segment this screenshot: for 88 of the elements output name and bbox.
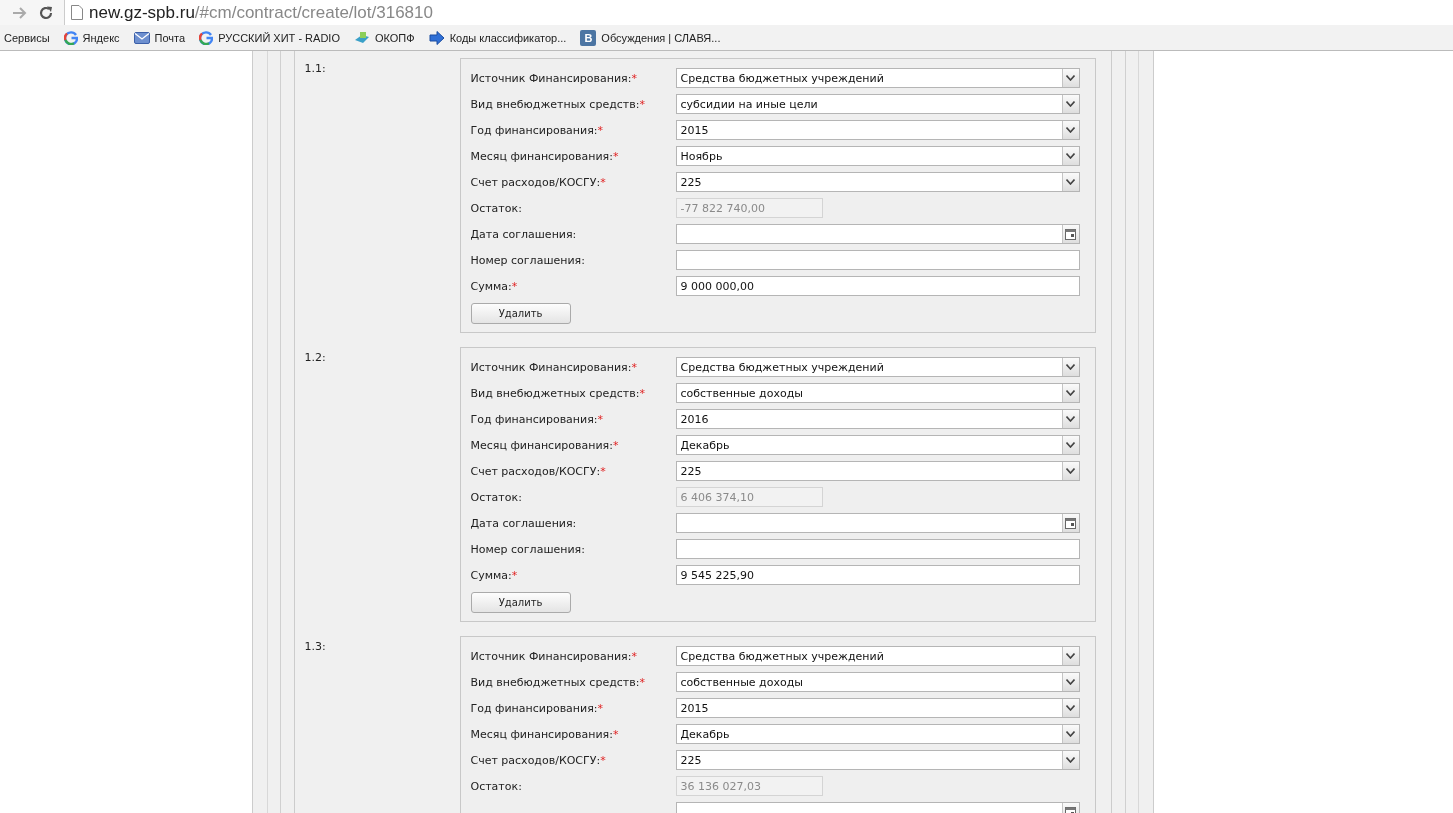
dropdown[interactable]: Средства бюджетных учреждений bbox=[675, 646, 1080, 666]
date-field[interactable] bbox=[675, 224, 1080, 244]
caret-icon bbox=[1066, 390, 1075, 396]
caret-icon bbox=[1066, 416, 1075, 422]
field-label: Вид внебюджетных средств:* bbox=[470, 97, 646, 111]
page-icon bbox=[71, 5, 83, 20]
caret-icon bbox=[1066, 127, 1075, 133]
address-bar[interactable]: new.gz-spb.ru/#cm/contract/create/lot/316810 bbox=[64, 0, 1453, 25]
caret-icon bbox=[1066, 757, 1075, 763]
field-label: Год финансирования:* bbox=[470, 701, 604, 715]
caret-icon bbox=[1066, 75, 1075, 81]
dropdown[interactable]: 225 bbox=[675, 750, 1080, 770]
bookmark[interactable]: Сервисы bbox=[4, 31, 50, 44]
caret-icon bbox=[1066, 705, 1075, 711]
dropdown[interactable]: собственные доходы bbox=[675, 672, 1080, 692]
field-label: Вид внебюджетных средств:* bbox=[470, 675, 646, 689]
readonly-field: 36 136 027,03 bbox=[675, 776, 823, 796]
delete-button[interactable]: Удалить bbox=[470, 591, 571, 613]
envelope-icon bbox=[133, 30, 150, 45]
dropdown[interactable]: 225 bbox=[675, 461, 1080, 481]
field-label: Остаток: bbox=[470, 779, 523, 793]
forward-icon[interactable] bbox=[12, 5, 28, 20]
dropdown[interactable]: 2015 bbox=[675, 698, 1080, 718]
block-number: 1.1: bbox=[304, 61, 327, 75]
google-icon bbox=[63, 30, 78, 45]
bookmark[interactable]: Яндекс bbox=[63, 30, 120, 45]
dropdown[interactable]: Декабрь bbox=[675, 724, 1080, 744]
dropdown[interactable]: Ноябрь bbox=[675, 146, 1080, 166]
arrow-icon bbox=[428, 30, 445, 45]
field-label: Счет расходов/КОСГУ:* bbox=[470, 753, 607, 767]
dropdown[interactable]: Средства бюджетных учреждений bbox=[675, 357, 1080, 377]
field-label: Месяц финансирования:* bbox=[470, 149, 620, 163]
date-field[interactable] bbox=[675, 513, 1080, 533]
bookmark[interactable]: ОКОПФ bbox=[353, 30, 415, 45]
dropdown[interactable]: субсидии на иные цели bbox=[675, 94, 1080, 114]
field-label: Остаток: bbox=[470, 201, 523, 215]
field-label: Счет расходов/КОСГУ:* bbox=[470, 464, 607, 478]
dropdown[interactable]: 2016 bbox=[675, 409, 1080, 429]
field-label: Дата соглашения: bbox=[470, 227, 578, 241]
input-field[interactable]: 9 545 225,90 bbox=[675, 565, 1080, 585]
input-field[interactable] bbox=[675, 539, 1080, 559]
delete-button[interactable]: Удалить bbox=[470, 302, 571, 324]
google-icon bbox=[199, 30, 214, 45]
block-number: 1.2: bbox=[304, 350, 327, 364]
caret-icon bbox=[1066, 653, 1075, 659]
field-label: Номер соглашения: bbox=[470, 542, 586, 556]
field-label: Источник Финансирования:* bbox=[470, 71, 638, 85]
input-field[interactable]: 9 000 000,00 bbox=[675, 276, 1080, 296]
bookmark[interactable]: Коды классификатор... bbox=[428, 30, 567, 45]
caret-icon bbox=[1066, 442, 1075, 448]
dropdown[interactable]: Декабрь bbox=[675, 435, 1080, 455]
bookmark[interactable]: В Обсуждения | СЛАВЯ... bbox=[580, 29, 721, 46]
url-text: new.gz-spb.ru/#cm/contract/create/lot/316810 bbox=[89, 2, 433, 23]
field-label: Год финансирования:* bbox=[470, 412, 604, 426]
field-label: Сумма:* bbox=[470, 279, 519, 293]
caret-icon bbox=[1066, 101, 1075, 107]
field-label: Номер соглашения: bbox=[470, 253, 586, 267]
field-label: Вид внебюджетных средств:* bbox=[470, 386, 646, 400]
caret-icon bbox=[1066, 468, 1075, 474]
bookmark[interactable]: РУССКИЙ ХИТ - RADIO bbox=[199, 30, 340, 45]
site-icon bbox=[353, 30, 370, 45]
caret-icon bbox=[1066, 731, 1075, 737]
block-number: 1.3: bbox=[304, 639, 327, 653]
field-label: Дата соглашения: bbox=[470, 516, 578, 530]
vk-icon: В bbox=[580, 29, 597, 46]
readonly-field: 6 406 374,10 bbox=[675, 487, 823, 507]
caret-icon bbox=[1066, 153, 1075, 159]
dropdown[interactable]: 225 bbox=[675, 172, 1080, 192]
caret-icon bbox=[1066, 679, 1075, 685]
calendar-icon bbox=[1065, 517, 1076, 529]
calendar-icon bbox=[1065, 228, 1076, 240]
field-label: Источник Финансирования:* bbox=[470, 360, 638, 374]
readonly-field: -77 822 740,00 bbox=[675, 198, 823, 218]
field-label: Источник Финансирования:* bbox=[470, 649, 638, 663]
caret-icon bbox=[1066, 179, 1075, 185]
dropdown[interactable]: собственные доходы bbox=[675, 383, 1080, 403]
input-field[interactable] bbox=[675, 250, 1080, 270]
field-label: Месяц финансирования:* bbox=[470, 438, 620, 452]
bookmark[interactable]: Почта bbox=[133, 30, 186, 45]
field-label: Год финансирования:* bbox=[470, 123, 604, 137]
dropdown[interactable]: 2015 bbox=[675, 120, 1080, 140]
field-label: Месяц финансирования:* bbox=[470, 727, 620, 741]
reload-icon[interactable] bbox=[38, 4, 54, 21]
dropdown[interactable]: Средства бюджетных учреждений bbox=[675, 68, 1080, 88]
field-label: Счет расходов/КОСГУ:* bbox=[470, 175, 607, 189]
field-label: Сумма:* bbox=[470, 568, 519, 582]
field-label: Остаток: bbox=[470, 490, 523, 504]
caret-icon bbox=[1066, 364, 1075, 370]
